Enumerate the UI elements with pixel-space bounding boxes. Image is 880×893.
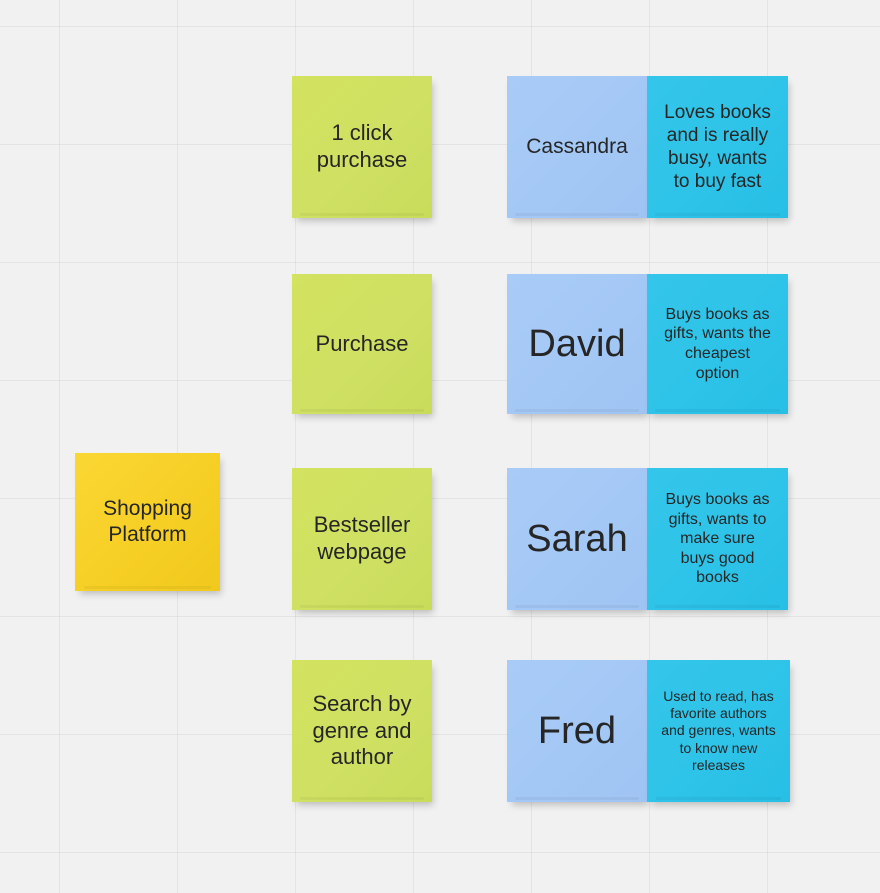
sticky-note-persona-detail-cassandra[interactable]: Loves books and is really busy, wants to…: [647, 76, 788, 218]
sticky-note-text: Loves books and is really busy, wants to…: [664, 101, 771, 193]
sticky-note-persona-detail-fred[interactable]: Used to read, has favorite authors and g…: [647, 660, 790, 802]
sticky-note-text: Buys books as gifts, wants the cheapest …: [664, 305, 771, 382]
sticky-note-persona-sarah[interactable]: Sarah: [507, 468, 647, 610]
sticky-note-text: Used to read, has favorite authors and g…: [661, 688, 776, 773]
sticky-note-text: Shopping Platform: [103, 497, 192, 546]
sticky-note-text: Bestseller webpage: [313, 512, 411, 564]
sticky-note-text: David: [528, 322, 626, 365]
sticky-note-feature-bestseller-webpage[interactable]: Bestseller webpage: [292, 468, 432, 610]
sticky-note-feature-purchase[interactable]: Purchase: [292, 274, 432, 414]
sticky-note-text: Buys books as gifts, wants to make sure …: [665, 491, 770, 587]
sticky-note-shopping-platform[interactable]: Shopping Platform: [75, 453, 220, 591]
sticky-note-text: Fred: [537, 709, 617, 752]
sticky-note-text: Sarah: [526, 517, 628, 560]
sticky-note-persona-fred[interactable]: Fred: [507, 660, 647, 802]
sticky-note-text: Search by genre and author: [312, 690, 412, 770]
whiteboard-canvas[interactable]: Shopping Platform 1 click purchase Purch…: [0, 0, 880, 893]
sticky-note-text: 1 click purchase: [316, 120, 408, 172]
sticky-note-text: Cassandra: [526, 135, 628, 159]
sticky-note-text: Purchase: [315, 330, 409, 356]
sticky-note-feature-1-click-purchase[interactable]: 1 click purchase: [292, 76, 432, 218]
sticky-note-persona-cassandra[interactable]: Cassandra: [507, 76, 647, 218]
sticky-note-persona-detail-david[interactable]: Buys books as gifts, wants the cheapest …: [647, 274, 788, 414]
sticky-note-persona-detail-sarah[interactable]: Buys books as gifts, wants to make sure …: [647, 468, 788, 610]
sticky-note-persona-david[interactable]: David: [507, 274, 647, 414]
sticky-note-feature-search-by-genre-and-author[interactable]: Search by genre and author: [292, 660, 432, 802]
